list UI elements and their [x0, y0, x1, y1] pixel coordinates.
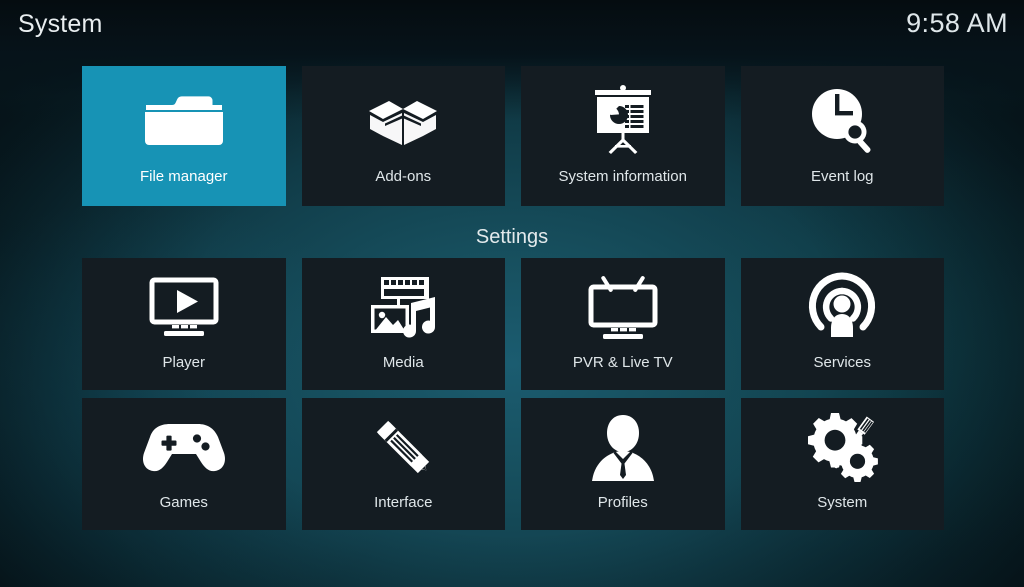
open-box-icon	[302, 66, 506, 169]
tile-profiles[interactable]: Profiles	[521, 398, 725, 530]
tile-label: File manager	[139, 168, 228, 185]
media-stack-icon	[302, 258, 506, 355]
gamepad-icon	[82, 398, 286, 495]
person-icon	[521, 398, 725, 495]
tile-label: Event log	[810, 168, 874, 185]
settings-section-heading: Settings	[475, 226, 549, 248]
tile-pvr-live-tv[interactable]: PVR & Live TV	[521, 258, 725, 390]
tile-label: Games	[159, 494, 208, 511]
clock-search-icon	[741, 66, 945, 169]
system-tile-row: File manager Add-ons System information …	[82, 66, 944, 206]
tile-interface[interactable]: Interface	[301, 398, 506, 530]
tile-system-information[interactable]: System information	[521, 66, 725, 206]
tile-label: PVR & Live TV	[572, 354, 673, 371]
tile-label: Media	[382, 354, 424, 371]
settings-tile-row-2: Games Interface Profiles System	[82, 398, 944, 530]
tile-label: Add-ons	[375, 168, 432, 185]
tv-antenna-icon	[521, 258, 725, 355]
tile-event-log[interactable]: Event log	[740, 66, 945, 206]
clock: 9:58 AM	[906, 8, 1008, 38]
tile-label: System information	[558, 168, 687, 185]
tile-label: Profiles	[597, 494, 648, 511]
pencil-ruler-icon	[302, 398, 506, 495]
tile-label: System	[817, 494, 868, 511]
tile-games[interactable]: Games	[82, 398, 286, 530]
tile-system[interactable]: System	[740, 398, 945, 530]
folder-icon	[82, 66, 286, 169]
broadcast-icon	[741, 258, 945, 355]
tile-add-ons[interactable]: Add-ons	[301, 66, 506, 206]
presentation-icon	[521, 66, 725, 169]
settings-tile-row-1: Player Media PVR & Live TV Services	[82, 258, 944, 390]
tile-media[interactable]: Media	[301, 258, 506, 390]
tile-label: Player	[162, 354, 206, 371]
tile-label: Interface	[374, 494, 433, 511]
monitor-play-icon	[82, 258, 286, 355]
gears-tool-icon	[741, 398, 945, 495]
header-bar: System 9:58 AM	[0, 0, 1024, 52]
tile-player[interactable]: Player	[82, 258, 286, 390]
tile-services[interactable]: Services	[740, 258, 945, 390]
tile-label: Services	[813, 354, 872, 371]
page-title: System	[18, 10, 103, 38]
tile-file-manager[interactable]: File manager	[82, 66, 286, 206]
